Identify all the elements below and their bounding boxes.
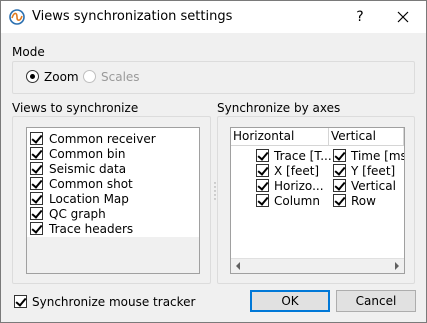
- column-separator: [403, 128, 404, 145]
- tree-cell-vertical: Row: [351, 194, 376, 208]
- scroll-right-arrow-icon[interactable]: [393, 262, 401, 270]
- column-separator: [328, 128, 329, 145]
- list-item-label: QC graph: [49, 207, 106, 221]
- views-group: Common receiver Common bin Seismic data …: [12, 116, 211, 284]
- mode-group: Zoom Scales: [12, 61, 415, 94]
- vertical-axis-checkbox[interactable]: [333, 179, 346, 192]
- horizontal-axis-checkbox[interactable]: [256, 179, 269, 192]
- list-item-common-bin[interactable]: Common bin: [27, 146, 199, 161]
- list-item-trace-headers[interactable]: Trace headers: [27, 221, 199, 236]
- vertical-column-header[interactable]: Vertical: [331, 128, 376, 145]
- tree-cell-vertical: Y [feet]: [351, 164, 396, 178]
- mouse-tracker-checkbox[interactable]: [14, 295, 27, 308]
- sync-by-axes-label: Synchronize by axes: [217, 101, 341, 115]
- list-item-common-shot[interactable]: Common shot: [27, 176, 199, 191]
- list-item-label: Location Map: [49, 192, 129, 206]
- mouse-tracker-label[interactable]: Synchronize mouse tracker: [32, 295, 196, 309]
- list-item-seismic-data[interactable]: Seismic data: [27, 161, 199, 176]
- tree-cell-vertical: Vertical: [351, 179, 396, 193]
- list-item-location-map[interactable]: Location Map: [27, 191, 199, 206]
- ok-button[interactable]: OK: [250, 290, 330, 312]
- axes-group: Horizontal Vertical Trace [T... Time [ms…: [217, 116, 415, 284]
- time-axis-checkbox[interactable]: [333, 149, 346, 162]
- common-receiver-checkbox[interactable]: [30, 132, 43, 145]
- list-item-label: Common shot: [49, 177, 133, 191]
- views-list: Common receiver Common bin Seismic data …: [26, 127, 200, 274]
- list-empty-area: [27, 237, 199, 273]
- list-item-qc-graph[interactable]: QC graph: [27, 206, 199, 221]
- tree-cell-horizontal: X [feet]: [274, 164, 320, 178]
- close-icon: [397, 11, 409, 23]
- x-axis-checkbox[interactable]: [256, 164, 269, 177]
- horizontal-scrollbar[interactable]: [231, 258, 404, 273]
- list-item-label: Trace headers: [49, 222, 134, 236]
- views-to-sync-label: Views to synchronize: [12, 101, 139, 115]
- qc-graph-checkbox[interactable]: [30, 207, 43, 220]
- help-button[interactable]: ?: [348, 4, 372, 30]
- views-sync-dialog: Views synchronization settings ? Mode Zo…: [0, 0, 427, 323]
- title-bar: Views synchronization settings ?: [1, 1, 426, 33]
- close-button[interactable]: [390, 4, 416, 30]
- splitter-handle[interactable]: [214, 181, 216, 201]
- tree-cell-horizontal: Trace [T...: [274, 149, 332, 163]
- window-title: Views synchronization settings: [32, 9, 233, 24]
- scales-radio: [83, 70, 96, 83]
- app-logo-icon: [9, 9, 25, 25]
- tree-cell-horizontal: Column: [274, 194, 320, 208]
- scroll-left-arrow-icon[interactable]: [234, 262, 242, 270]
- zoom-radio[interactable]: [26, 70, 39, 83]
- y-axis-checkbox[interactable]: [333, 164, 346, 177]
- common-shot-checkbox[interactable]: [30, 177, 43, 190]
- row-axis-checkbox[interactable]: [333, 194, 346, 207]
- list-item-common-receiver[interactable]: Common receiver: [27, 131, 199, 146]
- seismic-data-checkbox[interactable]: [30, 162, 43, 175]
- trace-axis-checkbox[interactable]: [256, 149, 269, 162]
- list-item-label: Common receiver: [49, 132, 156, 146]
- horizontal-column-header[interactable]: Horizontal: [233, 128, 294, 145]
- location-map-checkbox[interactable]: [30, 192, 43, 205]
- column-axis-checkbox[interactable]: [256, 194, 269, 207]
- scales-label: Scales: [101, 70, 140, 84]
- axes-tree-header: Horizontal Vertical: [231, 128, 404, 146]
- tree-cell-horizontal: Horizo...: [274, 179, 324, 193]
- axes-tree: Horizontal Vertical Trace [T... Time [ms…: [230, 127, 405, 274]
- list-item-label: Seismic data: [49, 162, 127, 176]
- trace-headers-checkbox[interactable]: [30, 222, 43, 235]
- mode-label: Mode: [12, 45, 45, 59]
- common-bin-checkbox[interactable]: [30, 147, 43, 160]
- tree-cell-vertical: Time [ms]: [351, 149, 404, 163]
- cancel-button[interactable]: Cancel: [336, 290, 416, 312]
- list-item-label: Common bin: [49, 147, 126, 161]
- zoom-label[interactable]: Zoom: [44, 70, 79, 84]
